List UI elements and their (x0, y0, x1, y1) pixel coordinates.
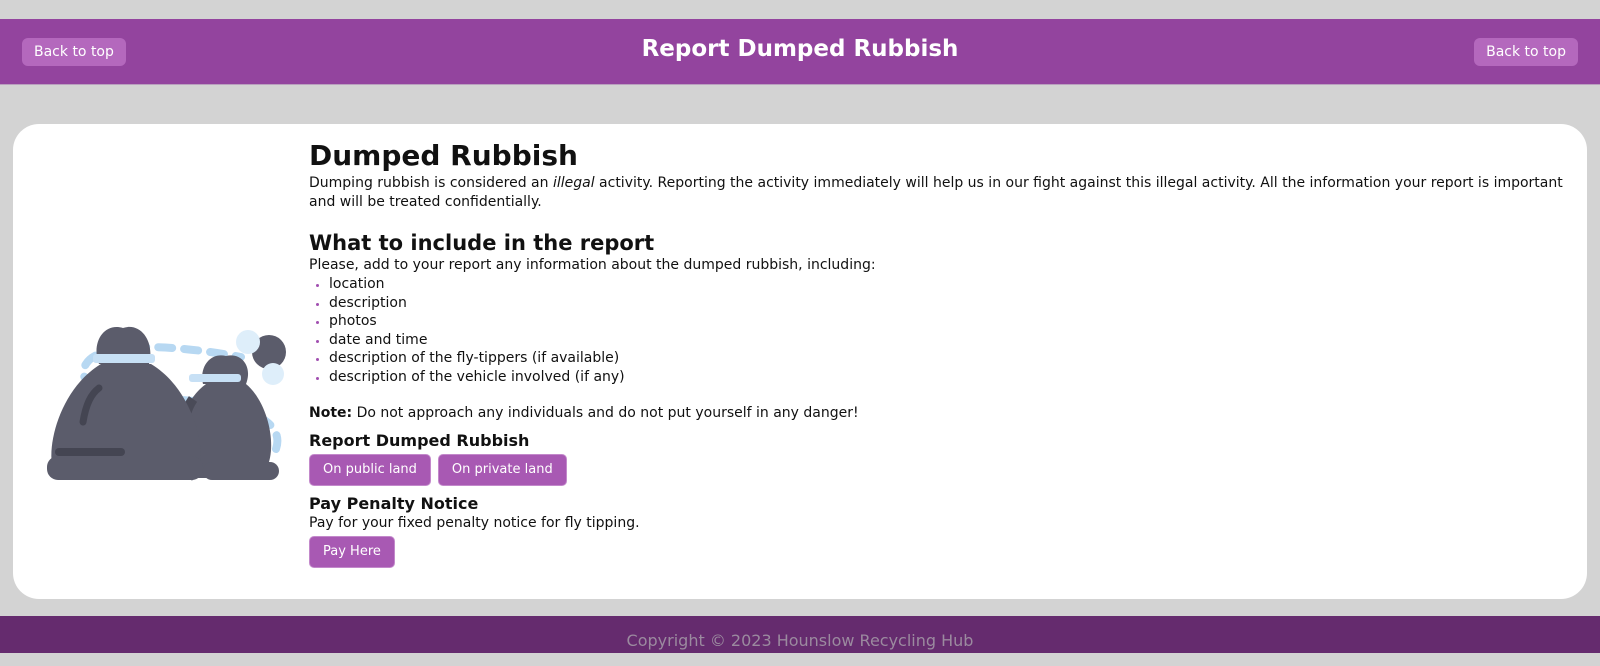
report-heading: Report Dumped Rubbish (309, 431, 530, 450)
content-card: Dumped Rubbish Dumping rubbish is consid… (13, 124, 1587, 599)
rubbish-bags-icon (31, 224, 301, 494)
intro-paragraph: Dumping rubbish is considered an illegal… (309, 174, 1569, 212)
list-item: location (329, 275, 1569, 294)
report-buttons: On public land On private land (309, 451, 1569, 486)
include-heading: What to include in the report (309, 231, 655, 255)
list-item: photos (329, 312, 1569, 331)
note-text: Do not approach any individuals and do n… (352, 405, 859, 421)
intro-text-before: Dumping rubbish is considered an (309, 175, 553, 191)
include-intro: Please, add to your report any informati… (309, 257, 876, 273)
page-header: Back to top Report Dumped Rubbish Back t… (0, 19, 1600, 85)
page-title: Report Dumped Rubbish (641, 36, 959, 62)
page-footer: Copyright © 2023 Hounslow Recycling Hub (0, 616, 1600, 653)
copyright-text: Copyright © 2023 Hounslow Recycling Hub (626, 631, 974, 650)
note-paragraph: Note: Do not approach any individuals an… (309, 404, 1569, 423)
top-strip (0, 0, 1600, 20)
list-item: date and time (329, 331, 1569, 350)
list-item: description of the vehicle involved (if … (329, 368, 1569, 387)
main-content: Dumped Rubbish Dumping rubbish is consid… (309, 140, 1569, 568)
list-item: description (329, 294, 1569, 313)
pay-here-button[interactable]: Pay Here (309, 536, 395, 568)
penalty-heading: Pay Penalty Notice (309, 494, 479, 513)
section-heading: Dumped Rubbish (309, 139, 578, 172)
note-label: Note: (309, 405, 353, 421)
public-land-button[interactable]: On public land (309, 454, 431, 486)
intro-emphasis: illegal (552, 175, 595, 191)
private-land-button[interactable]: On private land (437, 454, 567, 486)
list-item: description of the fly-tippers (if avail… (329, 349, 1569, 368)
include-list: location description photos date and tim… (309, 275, 1569, 386)
back-to-top-button-right[interactable]: Back to top (1474, 38, 1578, 66)
penalty-text: Pay for your fixed penalty notice for fl… (309, 515, 640, 531)
